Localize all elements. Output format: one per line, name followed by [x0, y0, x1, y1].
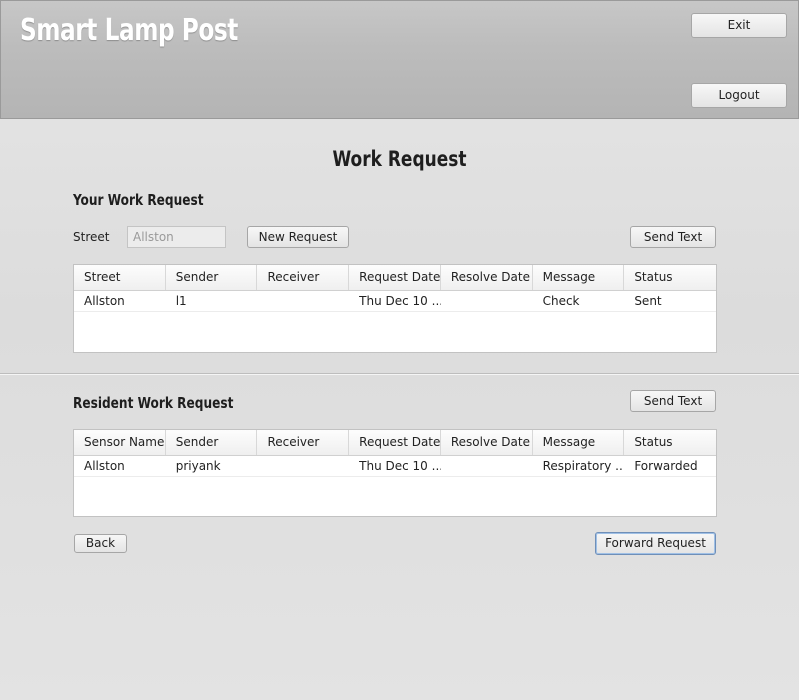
table-cell: Respiratory ... — [542, 459, 625, 473]
back-button[interactable]: Back — [74, 534, 127, 553]
table-cell: Sent — [634, 294, 662, 308]
column-header[interactable]: Resolve Date — [441, 265, 533, 290]
new-request-button[interactable]: New Request — [247, 226, 349, 248]
column-header[interactable]: Status — [624, 430, 716, 455]
table-cell: Thu Dec 10 ... — [359, 459, 441, 473]
column-header[interactable]: Receiver — [257, 265, 350, 290]
column-header[interactable]: Resolve Date — [441, 430, 533, 455]
table-cell: Allston — [84, 294, 125, 308]
column-header[interactable]: Sender — [166, 430, 258, 455]
table-cell: Thu Dec 10 ... — [359, 294, 441, 308]
table-cell: Check — [542, 294, 580, 308]
table-row[interactable]: Allston l1 Thu Dec 10 ... Check Sent — [74, 291, 716, 312]
table-header: Sensor Name Sender Receiver Request Date… — [74, 430, 716, 456]
column-header[interactable]: Request Date — [349, 265, 441, 290]
column-header[interactable]: Receiver — [257, 430, 350, 455]
column-header[interactable]: Sensor Name — [74, 430, 166, 455]
table-cell: l1 — [175, 294, 187, 308]
column-header[interactable]: Message — [533, 265, 625, 290]
table-cell — [441, 291, 533, 311]
table-header: Street Sender Receiver Request Date Reso… — [74, 265, 716, 291]
table-cell: Allston — [84, 459, 125, 473]
table-cell: priyank — [175, 459, 221, 473]
table-row[interactable]: Allston priyank Thu Dec 10 ... Respirato… — [74, 456, 716, 477]
table-cell — [441, 456, 533, 476]
section-divider — [0, 373, 799, 375]
table-cell — [257, 291, 349, 311]
your-requests-table[interactable]: Street Sender Receiver Request Date Reso… — [73, 264, 717, 353]
app-title: Smart Lamp Post — [20, 13, 238, 48]
column-header[interactable]: Street — [74, 265, 166, 290]
table-cell — [257, 456, 349, 476]
street-input[interactable]: Allston — [127, 226, 226, 248]
page-title: Work Request — [332, 147, 467, 171]
column-header[interactable]: Status — [624, 265, 716, 290]
logout-button[interactable]: Logout — [691, 83, 787, 108]
resident-work-request-title: Resident Work Request — [73, 394, 234, 412]
resident-send-text-button[interactable]: Send Text — [630, 390, 716, 412]
send-text-button[interactable]: Send Text — [630, 226, 716, 248]
forward-request-button[interactable]: Forward Request — [595, 532, 716, 555]
app-header: Smart Lamp Post Exit Logout — [0, 0, 799, 119]
column-header[interactable]: Sender — [166, 265, 258, 290]
street-label: Street — [73, 230, 110, 244]
column-header[interactable]: Request Date — [349, 430, 441, 455]
exit-button[interactable]: Exit — [691, 13, 787, 38]
your-work-request-title: Your Work Request — [73, 191, 204, 209]
resident-requests-table[interactable]: Sensor Name Sender Receiver Request Date… — [73, 429, 717, 517]
table-cell: Forwarded — [634, 459, 698, 473]
column-header[interactable]: Message — [533, 430, 625, 455]
